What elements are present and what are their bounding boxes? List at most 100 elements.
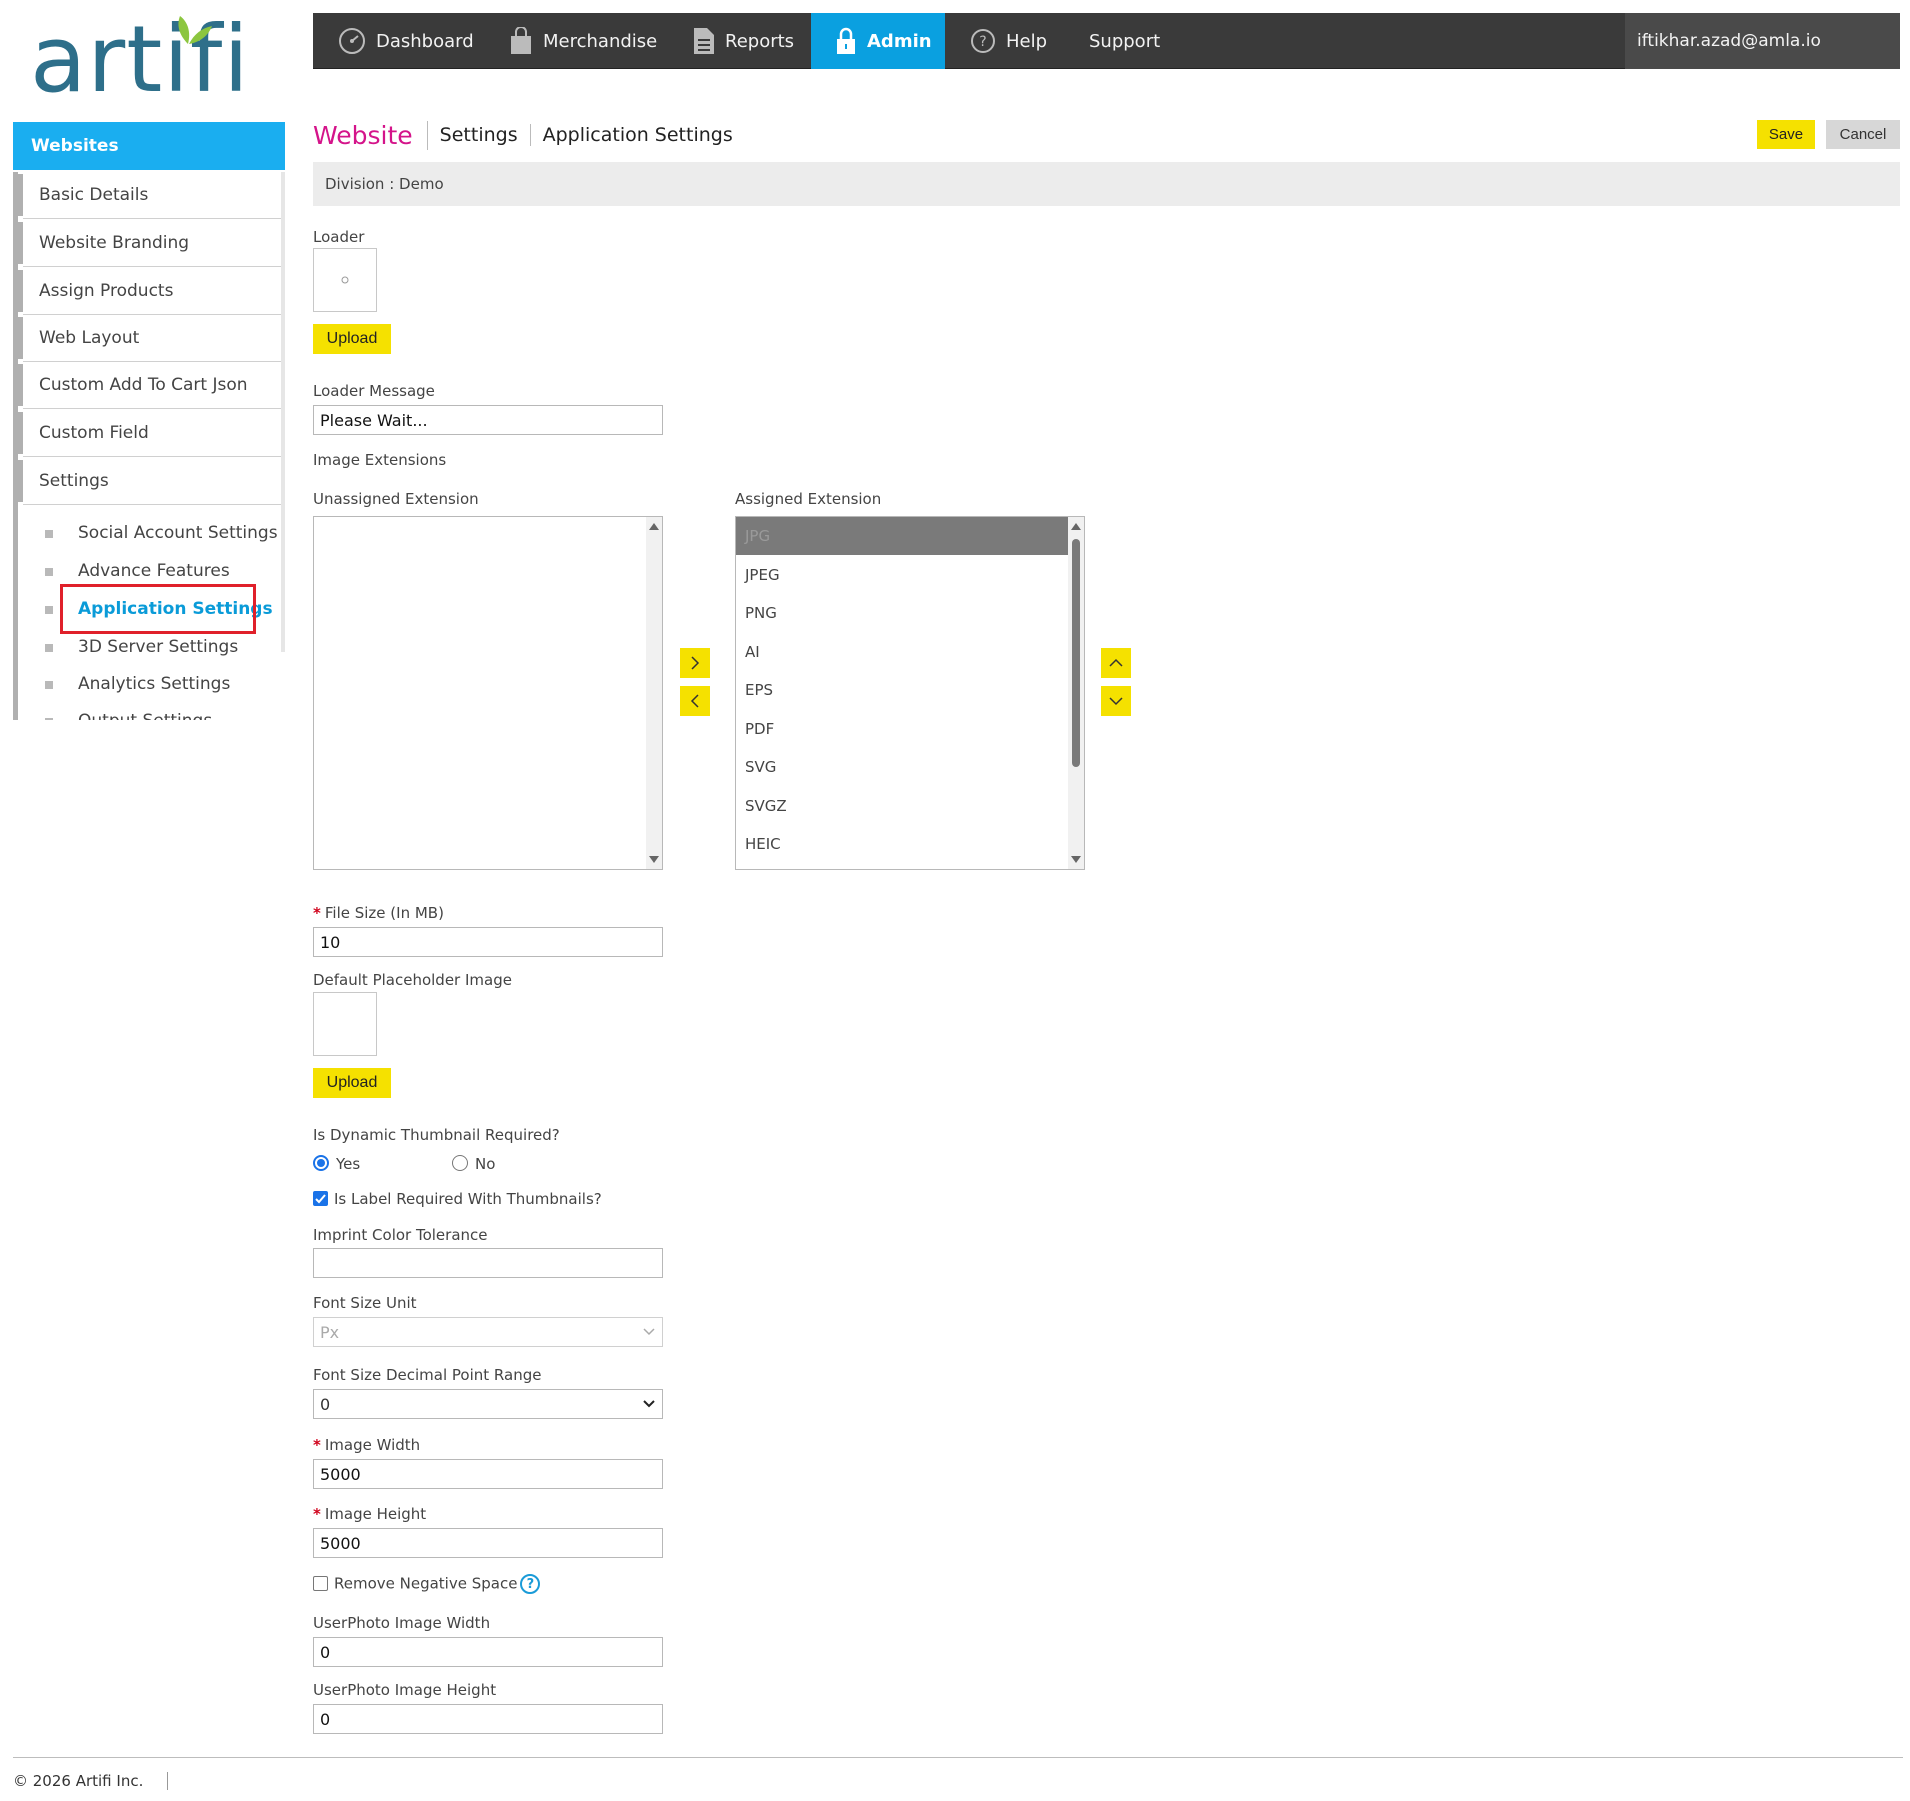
chevron-up-icon	[1109, 658, 1123, 667]
imprint-tolerance-input[interactable]	[313, 1248, 663, 1278]
sidebar: Basic Details Website Branding Assign Pr…	[13, 172, 285, 720]
chevron-down-icon	[643, 1328, 655, 1336]
division-bar: Division : Demo	[313, 162, 1900, 206]
image-width-input[interactable]: 5000	[313, 1459, 663, 1489]
nav-admin[interactable]: Admin	[811, 13, 945, 69]
scroll-up-icon[interactable]	[649, 523, 659, 530]
chevron-right-icon	[691, 656, 700, 670]
breadcrumb-settings[interactable]: Settings	[428, 124, 531, 146]
chevron-down-icon	[1109, 697, 1123, 706]
placeholder-upload-button[interactable]: Upload	[313, 1068, 391, 1098]
list-item[interactable]: PNG	[736, 594, 1068, 632]
nav-reports[interactable]: Reports	[693, 13, 794, 69]
current-item-highlight	[60, 584, 256, 634]
move-right-button[interactable]	[680, 648, 710, 678]
footer-copyright: © 2026 Artifi Inc.	[13, 1772, 169, 1790]
sub-item-3d-server-settings[interactable]: 3D Server Settings	[18, 629, 278, 665]
loader-message-input[interactable]: Please Wait...	[313, 405, 663, 435]
user-menu[interactable]: iftikhar.azad@amla.io	[1625, 13, 1900, 69]
placeholder-image-preview	[313, 992, 377, 1056]
userphoto-height-input[interactable]: 0	[313, 1704, 663, 1734]
list-item[interactable]: PDF	[736, 710, 1068, 748]
sidebar-item-website-branding[interactable]: Website Branding	[18, 220, 281, 267]
font-size-unit-select[interactable]: Px	[313, 1317, 663, 1347]
list-item[interactable]: AI	[736, 633, 1068, 671]
artifi-logo[interactable]: artifi	[30, 10, 250, 110]
breadcrumb-website[interactable]: Website	[313, 120, 428, 150]
font-decimal-select[interactable]: 0	[313, 1389, 663, 1419]
sidebar-item-assign-products[interactable]: Assign Products	[18, 268, 281, 315]
file-size-input[interactable]: 10	[313, 927, 663, 957]
loader-message-label: Loader Message	[313, 382, 435, 400]
list-item[interactable]: SVGZ	[736, 787, 1068, 825]
required-marker: *	[313, 904, 321, 922]
scroll-up-icon[interactable]	[1071, 523, 1081, 530]
chevron-left-icon	[690, 694, 699, 708]
unassigned-extension-label: Unassigned Extension	[313, 490, 479, 508]
yes-label: Yes	[336, 1155, 361, 1173]
required-marker: *	[313, 1436, 321, 1454]
sidebar-item-basic-details[interactable]: Basic Details	[18, 172, 281, 219]
nav-merchandise[interactable]: Merchandise	[509, 13, 657, 69]
scrollbar[interactable]	[1068, 517, 1084, 869]
footer-divider	[13, 1757, 1903, 1758]
move-down-button[interactable]	[1101, 686, 1131, 716]
save-button[interactable]: Save	[1757, 120, 1815, 149]
leaf-icon	[178, 16, 212, 44]
breadcrumb-application-settings: Application Settings	[542, 124, 733, 146]
font-size-unit-label: Font Size Unit	[313, 1294, 417, 1312]
image-height-input[interactable]: 5000	[313, 1528, 663, 1558]
no-label: No	[475, 1155, 496, 1173]
breadcrumb: Website Settings Application Settings	[313, 118, 733, 152]
bullet	[45, 530, 53, 538]
scrollbar-thumb[interactable]	[1072, 539, 1080, 767]
scroll-down-icon[interactable]	[649, 856, 659, 863]
userphoto-width-input[interactable]: 0	[313, 1637, 663, 1667]
bullet	[45, 606, 53, 614]
sidebar-item-web-layout[interactable]: Web Layout	[18, 315, 281, 362]
bullet	[45, 644, 53, 652]
nav-dashboard[interactable]: Dashboard	[338, 13, 474, 69]
unassigned-extension-list[interactable]	[313, 516, 663, 870]
sub-item-social-account-settings[interactable]: Social Account Settings	[18, 515, 278, 551]
chevron-down-icon	[643, 1400, 655, 1408]
nav-help[interactable]: ? Help	[970, 13, 1047, 69]
loader-preview	[313, 248, 377, 312]
bag-icon	[511, 27, 531, 54]
help-icon[interactable]: ?	[520, 1574, 541, 1594]
list-item[interactable]: HEIC	[736, 825, 1068, 863]
sub-item-output-settings[interactable]: Output Settings	[18, 703, 278, 720]
list-item[interactable]: JPEG	[736, 556, 1068, 594]
required-marker: *	[313, 1505, 321, 1523]
file-size-label: * File Size (In MB)	[313, 904, 444, 922]
placeholder-image-label: Default Placeholder Image	[313, 971, 512, 989]
loader-upload-button[interactable]: Upload	[313, 324, 391, 354]
sidebar-item-custom-add-to-cart-json[interactable]: Custom Add To Cart Json	[18, 362, 281, 409]
sidebar-item-settings[interactable]: Settings	[18, 458, 281, 505]
bullet	[45, 568, 53, 576]
lock-icon	[837, 27, 855, 54]
gauge-icon	[339, 28, 365, 54]
sidebar-header[interactable]: Websites	[13, 122, 285, 170]
division-value: Demo	[399, 175, 444, 193]
assigned-extension-list[interactable]: JPG JPEG PNG AI EPS PDF SVG SVGZ HEIC	[735, 516, 1085, 870]
list-item[interactable]: SVG	[736, 748, 1068, 786]
help-circle-icon: ?	[971, 29, 995, 53]
move-left-button[interactable]	[680, 686, 710, 716]
sidebar-item-custom-field[interactable]: Custom Field	[18, 410, 281, 457]
dynamic-thumbnail-no-radio[interactable]	[452, 1155, 468, 1171]
sub-item-analytics-settings[interactable]: Analytics Settings	[18, 666, 278, 702]
move-up-button[interactable]	[1101, 648, 1131, 678]
remove-negative-space-checkbox[interactable]	[313, 1576, 328, 1591]
list-item[interactable]: JPG	[736, 517, 1068, 555]
cancel-button[interactable]: Cancel	[1826, 120, 1900, 149]
image-width-label: * Image Width	[313, 1436, 421, 1454]
nav-support[interactable]: Support	[1089, 13, 1160, 69]
dynamic-thumbnail-yes-radio[interactable]	[313, 1155, 329, 1171]
scroll-down-icon[interactable]	[1071, 856, 1081, 863]
svg-text:?: ?	[979, 34, 986, 50]
label-required-checkbox[interactable]	[313, 1191, 328, 1206]
scrollbar[interactable]	[646, 517, 662, 869]
list-item[interactable]: EPS	[736, 671, 1068, 709]
label-required-label: Is Label Required With Thumbnails?	[334, 1190, 602, 1208]
